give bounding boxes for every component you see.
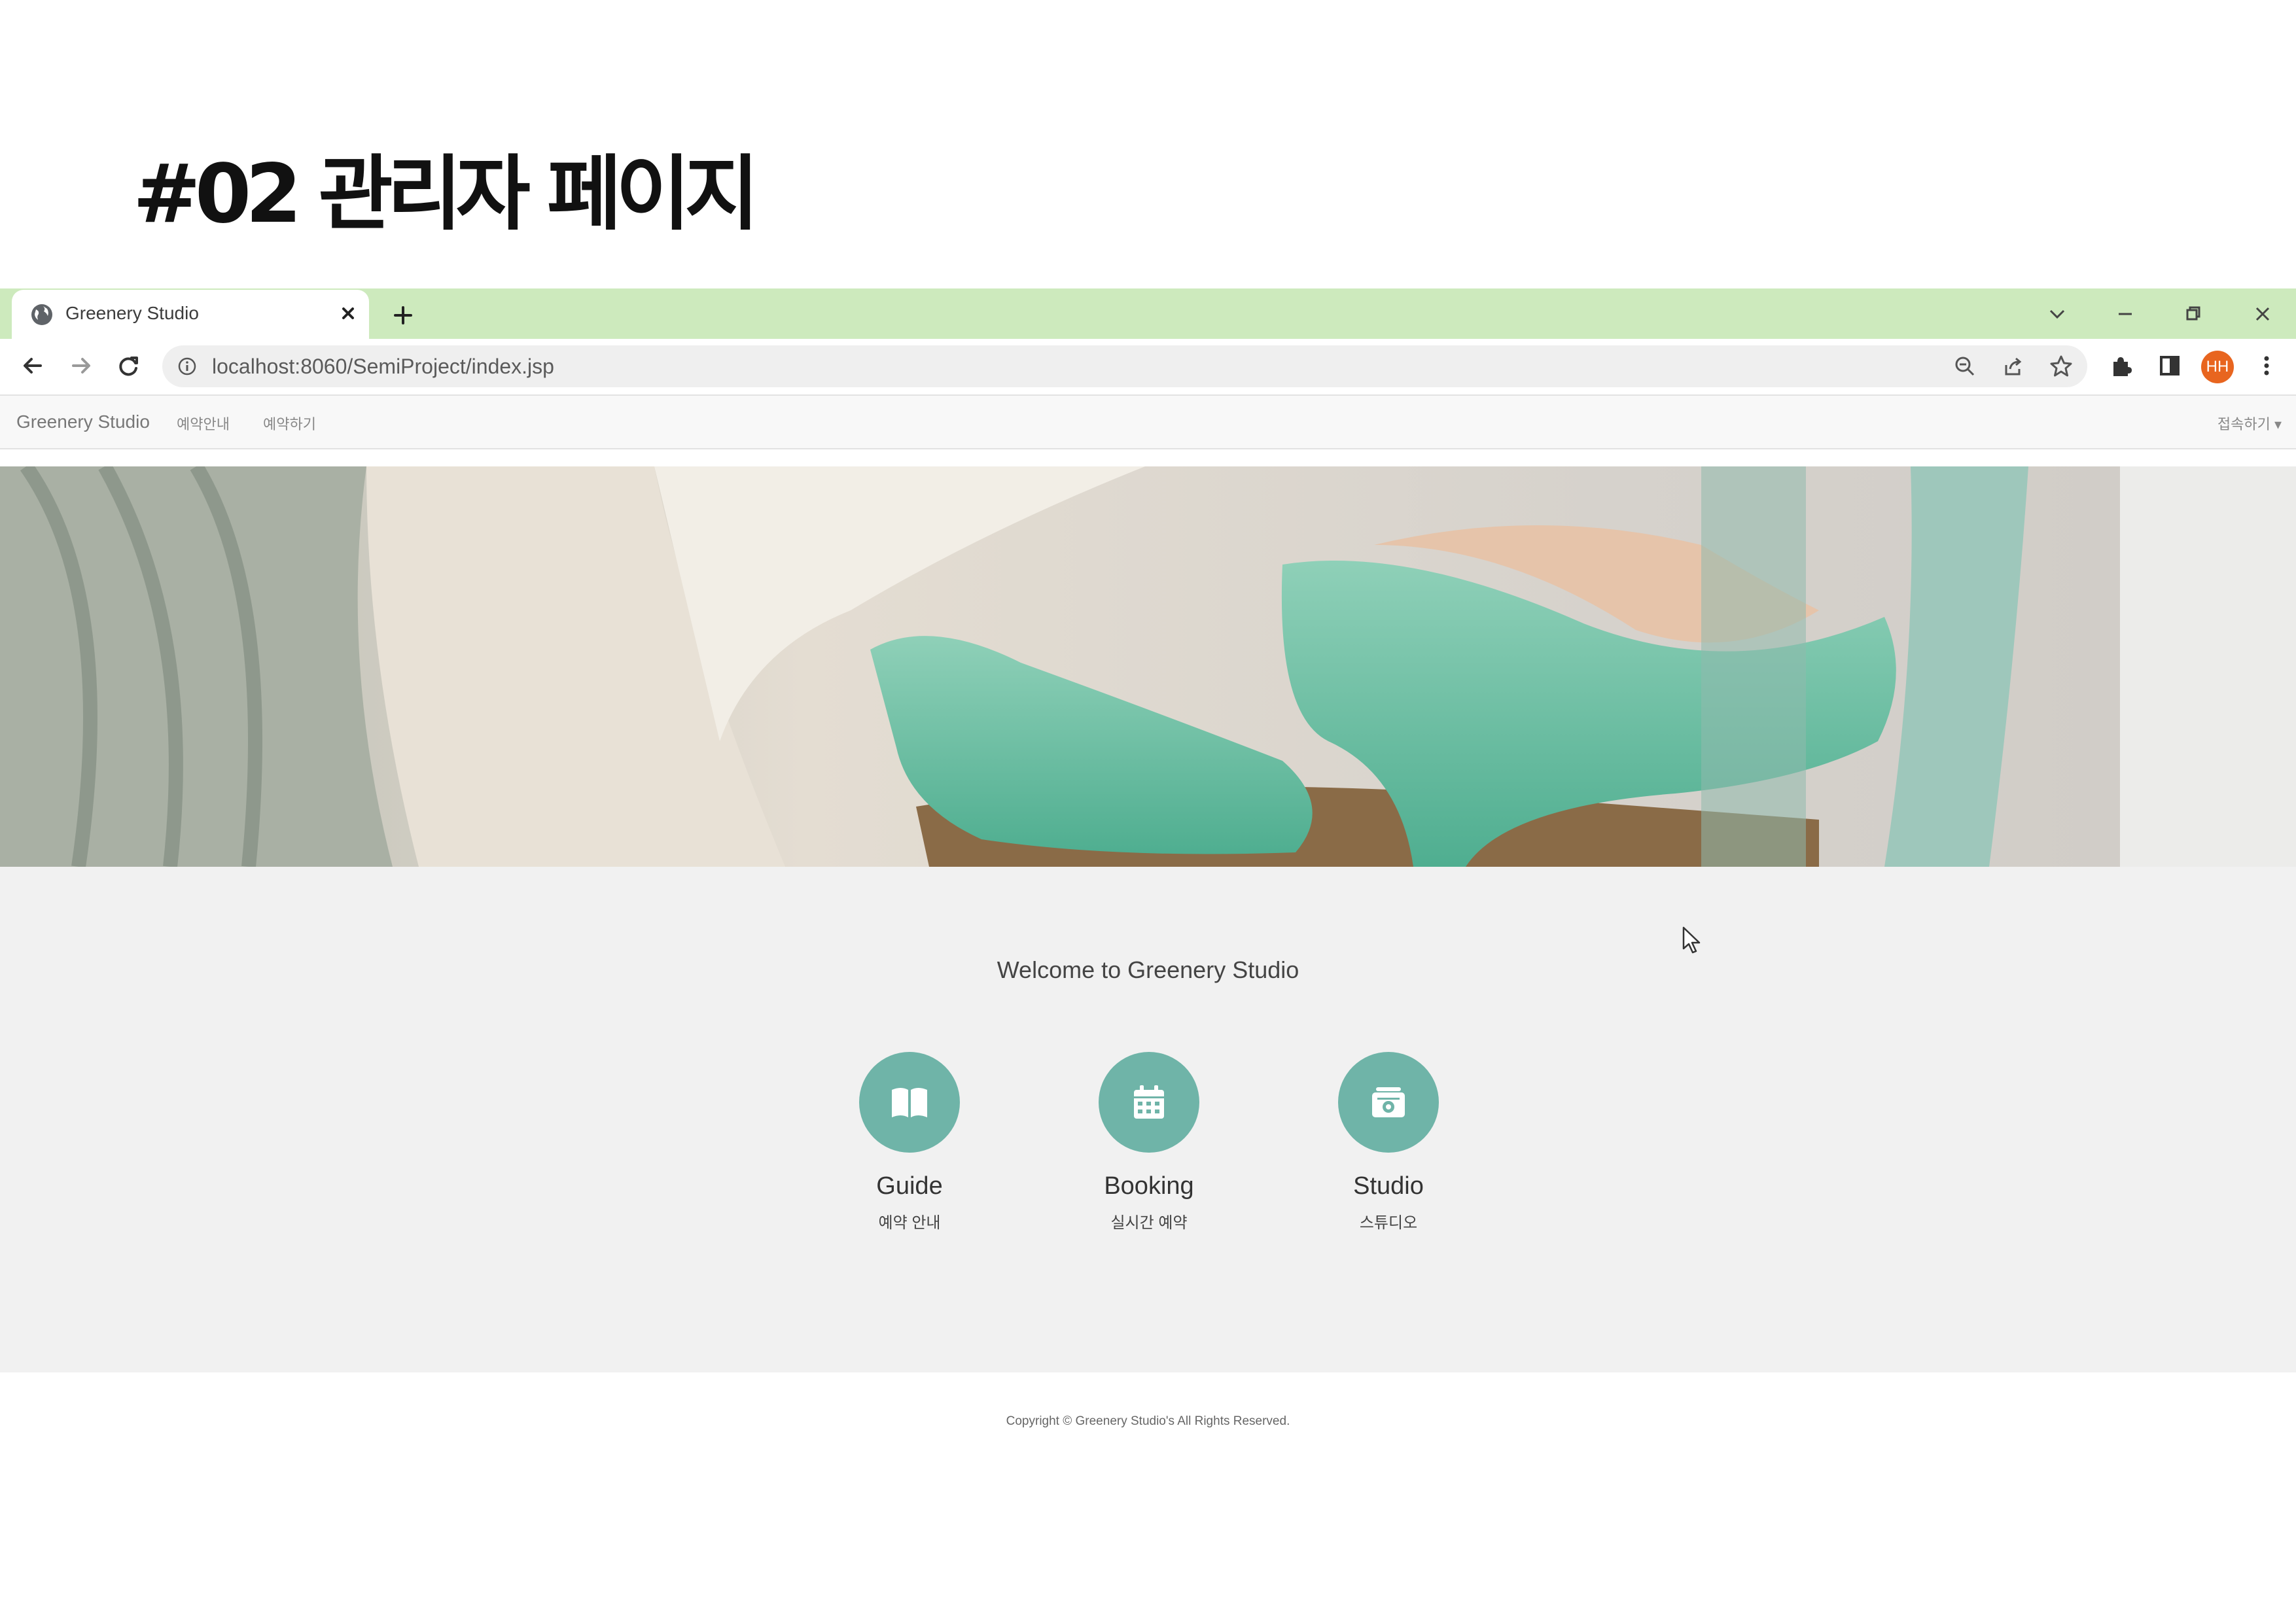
- browser-tab[interactable]: Greenery Studio: [12, 290, 369, 340]
- globe-icon: [31, 304, 52, 325]
- calendar-icon: [1134, 1085, 1164, 1119]
- feature-guide[interactable]: Guide 예약 안내: [805, 1052, 1014, 1232]
- feature-label: Studio: [1353, 1172, 1424, 1200]
- side-panel-icon[interactable]: [2154, 350, 2185, 381]
- restore-icon[interactable]: [2179, 300, 2208, 328]
- feature-sublabel: 예약 안내: [878, 1214, 941, 1232]
- minimize-icon[interactable]: [2111, 300, 2140, 328]
- guide-circle[interactable]: [859, 1052, 960, 1153]
- close-window-icon[interactable]: [2248, 300, 2277, 328]
- login-dropdown[interactable]: 접속하기 ▾: [2217, 413, 2282, 434]
- site-navbar: Greenery Studio 예약안내 예약하기 접속하기 ▾: [0, 394, 2296, 449]
- forward-arrow-icon[interactable]: [65, 350, 97, 381]
- feature-label: Guide: [876, 1172, 943, 1200]
- extensions-puzzle-icon[interactable]: [2106, 350, 2137, 381]
- hero-image: [0, 466, 2296, 867]
- feature-label: Booking: [1104, 1172, 1194, 1200]
- booking-circle[interactable]: [1099, 1052, 1199, 1153]
- feature-studio[interactable]: Studio 스튜디오: [1284, 1052, 1493, 1232]
- zoom-icon[interactable]: [1952, 353, 1978, 379]
- navbar-brand[interactable]: Greenery Studio: [16, 411, 150, 432]
- nav-link-make-reservation[interactable]: 예약하기: [263, 413, 316, 434]
- back-arrow-icon[interactable]: [17, 350, 48, 381]
- slide-title: #02 관리자 페이지: [133, 147, 759, 241]
- hero-photo-illustration: [0, 466, 2296, 867]
- camera-icon: [1372, 1087, 1405, 1117]
- url-text: localhost:8060/SemiProject/index.jsp: [212, 355, 554, 378]
- new-tab-icon[interactable]: [389, 301, 417, 330]
- welcome-heading: Welcome to Greenery Studio: [997, 956, 1299, 983]
- feature-booking[interactable]: Booking 실시간 예약: [1044, 1052, 1254, 1232]
- address-bar[interactable]: localhost:8060/SemiProject/index.jsp: [162, 345, 2087, 387]
- feature-sublabel: 스튜디오: [1359, 1214, 1418, 1232]
- share-icon[interactable]: [2000, 353, 2026, 379]
- tab-title: Greenery Studio: [65, 303, 199, 323]
- tab-search-chevron-icon[interactable]: [2043, 300, 2072, 328]
- profile-avatar[interactable]: HH: [2201, 351, 2234, 383]
- nav-link-reservation-guide[interactable]: 예약안내: [177, 413, 230, 434]
- studio-circle[interactable]: [1338, 1052, 1439, 1153]
- bookmark-star-icon[interactable]: [2048, 353, 2074, 379]
- feature-sublabel: 실시간 예약: [1110, 1214, 1188, 1232]
- site-info-icon[interactable]: [177, 356, 198, 377]
- footer-copyright: Copyright © Greenery Studio's All Rights…: [1006, 1414, 1290, 1428]
- menu-kebab-icon[interactable]: [2251, 350, 2282, 381]
- book-icon: [892, 1088, 927, 1117]
- close-tab-icon[interactable]: [335, 300, 361, 326]
- mouse-cursor-icon: [1682, 926, 1701, 954]
- reload-icon[interactable]: [113, 350, 144, 381]
